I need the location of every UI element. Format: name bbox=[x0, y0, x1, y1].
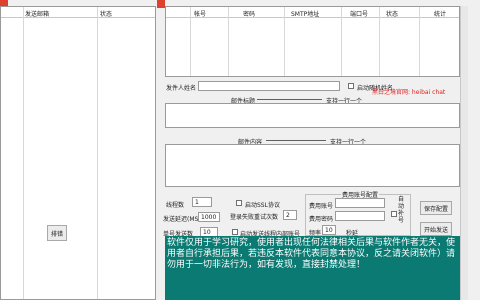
login-fail-label: 登录失败重试次数 bbox=[230, 214, 279, 221]
column-status: 状态 bbox=[386, 11, 399, 18]
threads-input[interactable]: 1 bbox=[192, 197, 212, 207]
account-table[interactable]: 帐号 密码 SMTP地址 端口号 状态 统计 bbox=[165, 6, 460, 77]
column-port: 端口号 bbox=[350, 11, 369, 18]
column-divider bbox=[23, 7, 24, 299]
random-name-checkbox[interactable] bbox=[348, 83, 354, 89]
column-sender: 发送邮箱 bbox=[25, 11, 50, 18]
hint-text: 黑白之境官网: heibai chat bbox=[372, 89, 446, 96]
column-divider bbox=[419, 7, 420, 76]
fee-account-input[interactable] bbox=[335, 198, 385, 208]
column-account: 帐号 bbox=[194, 11, 207, 18]
send-delay-label: 发送延迟(MS) bbox=[163, 216, 201, 223]
mail-title-textarea[interactable] bbox=[165, 103, 460, 128]
mail-content-textarea[interactable] bbox=[165, 144, 460, 187]
column-divider bbox=[190, 7, 191, 76]
column-divider bbox=[379, 7, 380, 76]
column-divider bbox=[341, 7, 342, 76]
column-password: 密码 bbox=[243, 11, 256, 18]
login-fail-input[interactable]: 2 bbox=[283, 210, 297, 220]
divider-line bbox=[266, 140, 326, 141]
column-status: 状态 bbox=[100, 11, 113, 18]
sender-name-input[interactable] bbox=[198, 81, 340, 91]
column-divider bbox=[228, 7, 229, 76]
ssl-checkbox[interactable] bbox=[236, 200, 242, 206]
start-send-button[interactable]: 开始发送 bbox=[420, 222, 452, 236]
fee-password-label: 费用密码 bbox=[309, 216, 334, 223]
ssl-label: 启动SSL协议 bbox=[245, 202, 280, 209]
sender-list[interactable]: 发送邮箱 状态 排错 bbox=[0, 6, 156, 300]
auto-fill-label: 自动补号 bbox=[398, 196, 405, 224]
window-control-icon[interactable] bbox=[157, 0, 165, 8]
divider-line bbox=[257, 99, 322, 100]
fee-password-input[interactable] bbox=[335, 211, 385, 221]
send-delay-input[interactable]: 1000 bbox=[198, 212, 220, 222]
threads-label: 线程数 bbox=[166, 202, 185, 209]
switch-checkbox[interactable] bbox=[232, 229, 238, 235]
column-smtp: SMTP地址 bbox=[291, 11, 320, 18]
sender-name-label: 发件人姓名 bbox=[166, 85, 197, 92]
auto-fill-checkbox[interactable] bbox=[391, 211, 397, 217]
account-table-header: 帐号 密码 SMTP地址 端口号 状态 统计 bbox=[166, 7, 459, 18]
column-divider bbox=[284, 7, 285, 76]
frequency-input[interactable]: 10 bbox=[322, 225, 336, 235]
column-divider bbox=[97, 7, 98, 299]
fee-account-label: 费用账号 bbox=[309, 203, 334, 210]
sender-list-header: 发送邮箱 状态 bbox=[1, 7, 155, 18]
troubleshoot-button[interactable]: 排错 bbox=[47, 225, 67, 241]
column-stats: 统计 bbox=[434, 11, 447, 18]
scrollbar[interactable] bbox=[460, 6, 468, 300]
notice-text: 软件仅用于学习研究，使用者出现任何法律相关后果与软件作者无关，使用者自行承担后果… bbox=[165, 236, 460, 300]
save-config-button[interactable]: 保存配置 bbox=[420, 201, 452, 215]
